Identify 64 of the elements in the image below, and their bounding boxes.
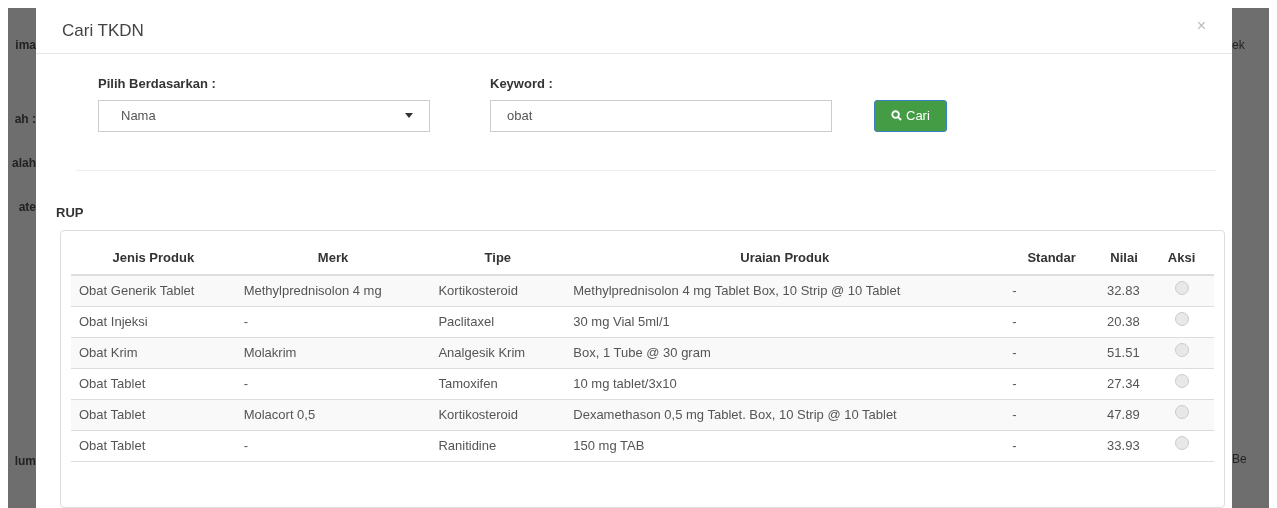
radio-button[interactable] xyxy=(1174,312,1189,327)
field-label: Keyword : xyxy=(490,75,554,93)
radio-button[interactable] xyxy=(1174,405,1189,420)
background-text: alah xyxy=(11,155,36,172)
column-header: Merk xyxy=(235,241,431,275)
table-cell: 10 mg tablet/3x10 xyxy=(565,368,1005,400)
column-header: Aksi xyxy=(1149,241,1214,275)
table-cell: Box, 1 Tube @ 30 gram xyxy=(565,337,1005,369)
table-cell: Dexamethason 0,5 mg Tablet. Box, 10 Strip @ 10 Tablet xyxy=(565,399,1005,431)
column-header: Jenis Produk xyxy=(71,241,236,275)
table-cell: - xyxy=(1004,337,1100,369)
table-cell: Tamoxifen xyxy=(430,368,566,400)
table-cell: - xyxy=(1004,275,1100,307)
table-cell: - xyxy=(1004,306,1100,338)
table-cell: Obat Tablet xyxy=(71,430,236,462)
table-cell: Obat Injeksi xyxy=(71,306,236,338)
background-text: lum xyxy=(13,453,36,470)
table-cell: Obat Krim xyxy=(71,337,236,369)
radio-button[interactable] xyxy=(1174,343,1189,358)
table-cell: 30 mg Vial 5ml/1 xyxy=(565,306,1005,338)
background-text: ate xyxy=(17,199,36,216)
table-cell: Methylprednisolon 4 mg xyxy=(235,275,431,307)
table-cell: 33.93 xyxy=(1099,430,1150,462)
field-label: Pilih Berdasarkan : xyxy=(98,75,217,93)
table-cell: Molacort 0,5 xyxy=(235,399,431,431)
column-header: Uraian Produk xyxy=(565,241,1005,275)
select-field[interactable]: Nama xyxy=(98,99,430,132)
table-cell: Obat Tablet xyxy=(71,399,236,431)
radio-button[interactable] xyxy=(1174,374,1189,389)
background-text: ek xyxy=(1232,37,1246,54)
column-header: Standar xyxy=(1004,241,1100,275)
table-cell: 20.38 xyxy=(1099,306,1150,338)
column-header: Nilai xyxy=(1099,241,1150,275)
table-cell: - xyxy=(1004,368,1100,400)
modal-title: Cari TKDN xyxy=(62,22,144,39)
table-cell: Analgesik Krim xyxy=(430,337,566,369)
table-cell: - xyxy=(1004,399,1100,431)
table-cell: 27.34 xyxy=(1099,368,1150,400)
keyword-field[interactable]: obat xyxy=(490,99,832,132)
table-cell: 32.83 xyxy=(1099,275,1150,307)
table-cell: Methylprednisolon 4 mg Tablet Box, 10 Strip @ 10 Tablet xyxy=(565,275,1005,307)
table-cell: 47.89 xyxy=(1099,399,1150,431)
table-cell: - xyxy=(235,430,431,462)
table-cell: - xyxy=(235,306,431,338)
table-cell: 150 mg TAB xyxy=(565,430,1005,462)
table-cell: 51.51 xyxy=(1099,337,1150,369)
table-cell: - xyxy=(235,368,431,400)
table-cell: Molakrim xyxy=(235,337,431,369)
search-icon xyxy=(891,110,902,121)
section-title: RUP xyxy=(56,203,85,222)
radio-button[interactable] xyxy=(1174,436,1189,451)
table-cell: Kortikosteroid xyxy=(430,275,566,307)
table-cell: Ranitidine xyxy=(430,430,566,462)
column-header: Tipe xyxy=(430,241,566,275)
table-cell: Obat Tablet xyxy=(71,368,236,400)
table-cell: Obat Generik Tablet xyxy=(71,275,236,307)
table-cell: Paclitaxel xyxy=(430,306,566,338)
table-cell: - xyxy=(1004,430,1100,462)
background-text: Be xyxy=(1232,451,1248,468)
radio-button[interactable] xyxy=(1174,281,1189,296)
background-text: ima xyxy=(14,37,36,54)
background-text: ah : xyxy=(13,111,36,128)
caret-icon xyxy=(405,113,413,118)
table-cell: Kortikosteroid xyxy=(430,399,566,431)
